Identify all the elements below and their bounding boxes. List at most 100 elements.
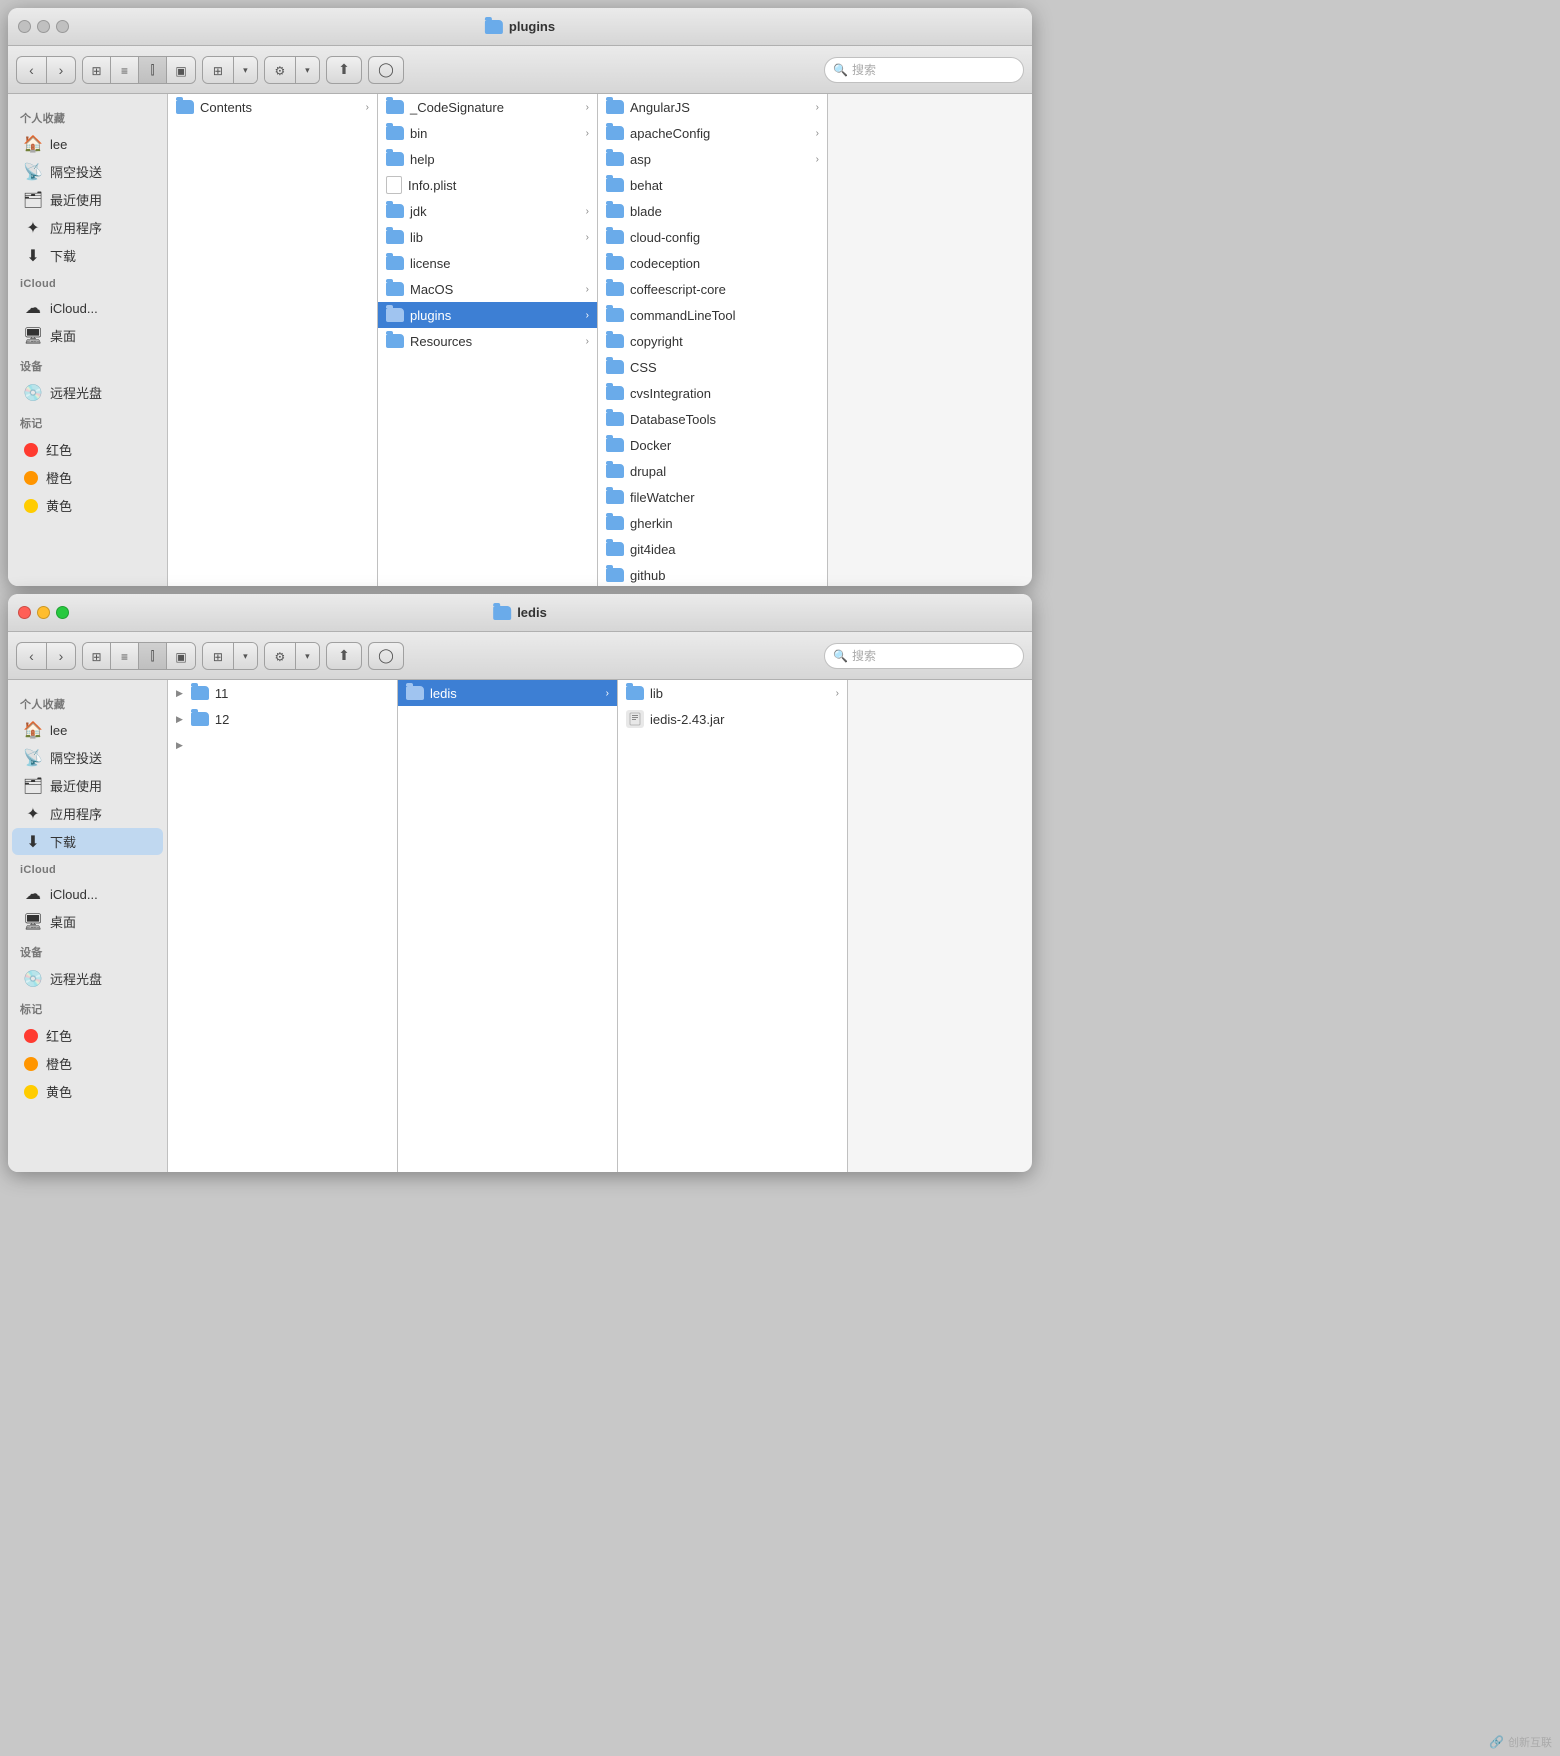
view-controls[interactable]: ⊞ ≡ ⫿ ▣: [82, 56, 196, 84]
column-item-ledis[interactable]: ledis ›: [398, 680, 617, 706]
column-item-cvsintegration[interactable]: cvsIntegration: [598, 380, 827, 406]
sidebar-item-downloads[interactable]: ⬇ 下载: [12, 242, 163, 269]
column-item-asp[interactable]: asp ›: [598, 146, 827, 172]
close-button-2[interactable]: [18, 606, 31, 619]
tag-button-2[interactable]: ◯: [368, 642, 404, 670]
column-item-license[interactable]: license: [378, 250, 597, 276]
icon-view-button-2[interactable]: ⊞: [83, 643, 111, 670]
sidebar-item-apps-2[interactable]: ✦ 应用程序: [12, 800, 163, 827]
sidebar-item-tag-orange[interactable]: 橙色: [12, 464, 163, 491]
column-item-databasetools[interactable]: DatabaseTools: [598, 406, 827, 432]
traffic-lights-2[interactable]: [18, 606, 69, 619]
view-controls-2[interactable]: ⊞ ≡ ⫿ ▣: [82, 642, 196, 670]
search-box[interactable]: 🔍 搜索: [824, 57, 1024, 83]
column-item-coffeescript[interactable]: coffeescript-core: [598, 276, 827, 302]
share-button[interactable]: ⬆: [326, 56, 362, 84]
column-item-css[interactable]: CSS: [598, 354, 827, 380]
sidebar-item-apps[interactable]: ✦ 应用程序: [12, 214, 163, 241]
gear-dropdown-button-2[interactable]: ▾: [296, 643, 319, 670]
forward-button[interactable]: ›: [46, 56, 76, 84]
maximize-button-2[interactable]: [56, 606, 69, 619]
column-item-filewatcher[interactable]: fileWatcher: [598, 484, 827, 510]
column-view-button-2[interactable]: ⫿: [139, 643, 167, 670]
sidebar-item-remotedisk[interactable]: 💿 远程光盘: [12, 379, 163, 406]
column-item-contents[interactable]: Contents ›: [168, 94, 377, 120]
column-item-apacheconfig[interactable]: apacheConfig ›: [598, 120, 827, 146]
grid-button-2[interactable]: ⊞: [203, 643, 234, 670]
column-item-docker[interactable]: Docker: [598, 432, 827, 458]
gallery-view-button-2[interactable]: ▣: [167, 643, 195, 670]
sort-controls-2[interactable]: ⊞ ▾: [202, 642, 258, 670]
column-item-github[interactable]: github: [598, 562, 827, 586]
column-item-help[interactable]: help: [378, 146, 597, 172]
sidebar-item-tag-yellow-2[interactable]: 黄色: [12, 1078, 163, 1105]
sidebar-item-icloud[interactable]: ☁ iCloud...: [12, 295, 163, 321]
column-item-codesignature[interactable]: _CodeSignature ›: [378, 94, 597, 120]
sidebar-item-airdrop-2[interactable]: 📡 隔空投送: [12, 744, 163, 771]
list-view-button-2[interactable]: ≡: [111, 643, 139, 670]
sidebar-item-tag-orange-2[interactable]: 橙色: [12, 1050, 163, 1077]
minimize-button-2[interactable]: [37, 606, 50, 619]
sidebar-item-remotedisk-2[interactable]: 💿 远程光盘: [12, 965, 163, 992]
gallery-view-button[interactable]: ▣: [167, 57, 195, 84]
sidebar-item-desktop[interactable]: 🖥 桌面: [12, 322, 163, 349]
column-item-12[interactable]: ▶ 12: [168, 706, 397, 732]
column-item-blade[interactable]: blade: [598, 198, 827, 224]
column-item-macos[interactable]: MacOS ›: [378, 276, 597, 302]
back-button-2[interactable]: ‹: [16, 642, 46, 670]
column-item-codeception[interactable]: codeception: [598, 250, 827, 276]
sidebar-item-recent[interactable]: 🗂 最近使用: [12, 186, 163, 213]
sidebar-item-tag-yellow[interactable]: 黄色: [12, 492, 163, 519]
forward-button-2[interactable]: ›: [46, 642, 76, 670]
gear-button-2[interactable]: ⚙: [265, 643, 296, 670]
nav-buttons[interactable]: ‹ ›: [16, 56, 76, 84]
column-item-commandlinetool[interactable]: commandLineTool: [598, 302, 827, 328]
column-item-jar[interactable]: iedis-2.43.jar: [618, 706, 847, 732]
gear-dropdown-button[interactable]: ▾: [296, 57, 319, 84]
column-item-lib[interactable]: lib ›: [378, 224, 597, 250]
column-item-bin[interactable]: bin ›: [378, 120, 597, 146]
icon-view-button[interactable]: ⊞: [83, 57, 111, 84]
sidebar-item-downloads-2[interactable]: ⬇ 下载: [12, 828, 163, 855]
back-button[interactable]: ‹: [16, 56, 46, 84]
traffic-lights[interactable]: [18, 20, 69, 33]
gear-button[interactable]: ⚙: [265, 57, 296, 84]
column-item-11[interactable]: ▶ 11: [168, 680, 397, 706]
column-item-resources[interactable]: Resources ›: [378, 328, 597, 354]
maximize-button[interactable]: [56, 20, 69, 33]
column-item-behat[interactable]: behat: [598, 172, 827, 198]
nav-buttons-2[interactable]: ‹ ›: [16, 642, 76, 670]
close-button[interactable]: [18, 20, 31, 33]
column-item-jdk[interactable]: jdk ›: [378, 198, 597, 224]
sidebar-item-lee-2[interactable]: 🏠 lee: [12, 717, 163, 743]
column-view-button[interactable]: ⫿: [139, 57, 167, 84]
column-item-copyright[interactable]: copyright: [598, 328, 827, 354]
grid-button[interactable]: ⊞: [203, 57, 234, 84]
sidebar-item-desktop-2[interactable]: 🖥 桌面: [12, 908, 163, 935]
sidebar-item-tag-red-2[interactable]: 红色: [12, 1022, 163, 1049]
finder-window-plugins[interactable]: plugins ‹ › ⊞ ≡ ⫿ ▣ ⊞ ▾ ⚙ ▾ ⬆ ◯ 🔍 搜索: [8, 8, 1032, 586]
sort-dropdown-button-2[interactable]: ▾: [234, 643, 257, 670]
search-box-2[interactable]: 🔍 搜索: [824, 643, 1024, 669]
sort-dropdown-button[interactable]: ▾: [234, 57, 257, 84]
sidebar-item-airdrop[interactable]: 📡 隔空投送: [12, 158, 163, 185]
sidebar-item-recent-2[interactable]: 🗂 最近使用: [12, 772, 163, 799]
action-controls-2[interactable]: ⚙ ▾: [264, 642, 320, 670]
minimize-button[interactable]: [37, 20, 50, 33]
column-item-drupal[interactable]: drupal: [598, 458, 827, 484]
sidebar-item-tag-red[interactable]: 红色: [12, 436, 163, 463]
sort-controls[interactable]: ⊞ ▾: [202, 56, 258, 84]
share-button-2[interactable]: ⬆: [326, 642, 362, 670]
action-controls[interactable]: ⚙ ▾: [264, 56, 320, 84]
column-item-plugins[interactable]: plugins ›: [378, 302, 597, 328]
column-item-cloud-config[interactable]: cloud-config: [598, 224, 827, 250]
column-item-infoplist[interactable]: Info.plist: [378, 172, 597, 198]
sidebar-item-icloud-2[interactable]: ☁ iCloud...: [12, 881, 163, 907]
tag-button[interactable]: ◯: [368, 56, 404, 84]
column-item-angularjs[interactable]: AngularJS ›: [598, 94, 827, 120]
list-view-button[interactable]: ≡: [111, 57, 139, 84]
column-item-lib-ledis[interactable]: lib ›: [618, 680, 847, 706]
sidebar-item-lee[interactable]: 🏠 lee: [12, 131, 163, 157]
column-item-git4idea[interactable]: git4idea: [598, 536, 827, 562]
finder-window-ledis[interactable]: ledis ‹ › ⊞ ≡ ⫿ ▣ ⊞ ▾ ⚙ ▾ ⬆ ◯ 🔍 搜索: [8, 594, 1032, 1172]
